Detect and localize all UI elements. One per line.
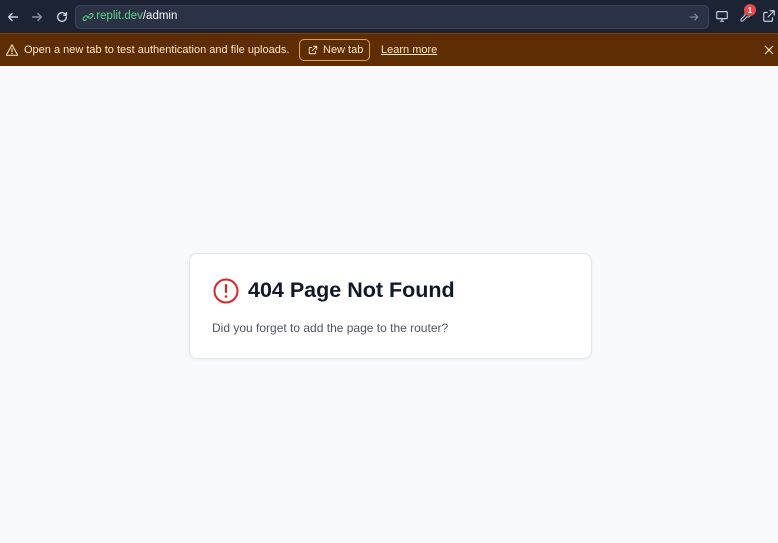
open-external-button[interactable]: [761, 8, 777, 24]
arrow-right-icon: [31, 12, 43, 22]
browser-toolbar: .replit.dev/admin 1: [0, 0, 778, 33]
url-path: /admin: [142, 10, 178, 22]
warning-banner: Open a new tab to test authentication an…: [0, 33, 778, 66]
error-message: Did you forget to add the page to the ro…: [212, 321, 449, 335]
close-icon[interactable]: [763, 44, 775, 56]
external-link-icon: [763, 10, 775, 22]
arrow-right-icon[interactable]: [688, 11, 700, 23]
reload-button[interactable]: [53, 8, 71, 26]
external-link-icon: [308, 45, 318, 55]
warning-icon: [5, 44, 19, 56]
new-tab-label: New tab: [323, 44, 364, 56]
back-button[interactable]: [4, 8, 22, 26]
alert-circle-icon: [213, 278, 239, 304]
new-tab-button[interactable]: New tab: [299, 39, 370, 61]
reload-icon: [56, 11, 68, 23]
error-card: 404 Page Not Found Did you forget to add…: [189, 253, 592, 359]
banner-message: Open a new tab to test authentication an…: [24, 44, 290, 56]
url-bar[interactable]: .replit.dev/admin: [75, 5, 709, 29]
url-domain: .replit.dev: [93, 10, 143, 22]
forward-button[interactable]: [28, 8, 46, 26]
url-text: .replit.dev/admin: [93, 10, 177, 22]
learn-more-link[interactable]: Learn more: [381, 44, 437, 56]
monitor-icon: [716, 11, 728, 22]
notification-badge: 1: [744, 4, 756, 16]
arrow-left-icon: [7, 12, 19, 22]
page-content: 404 Page Not Found Did you forget to add…: [0, 66, 778, 543]
devices-button[interactable]: [714, 8, 730, 24]
page-title: 404 Page Not Found: [248, 278, 455, 302]
